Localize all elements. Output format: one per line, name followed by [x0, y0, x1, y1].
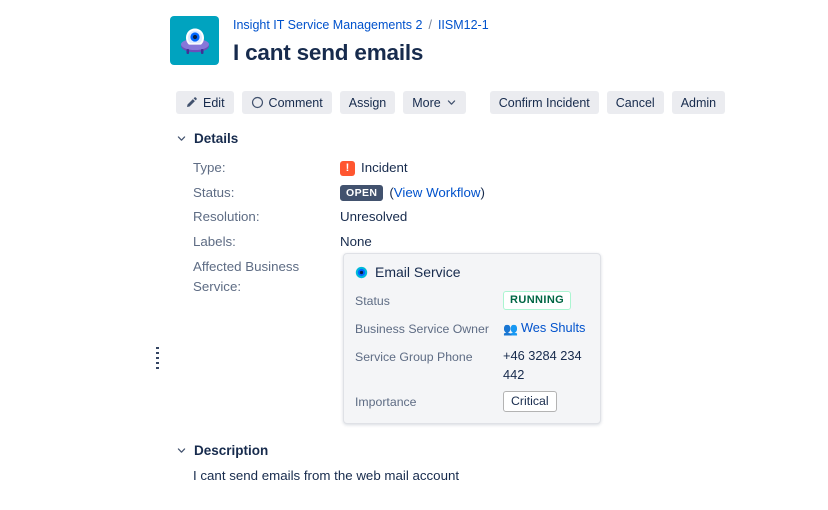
insight-ufo-logo-icon — [180, 28, 209, 54]
issue-header: Insight IT Service Managements 2 / IISM1… — [170, 16, 489, 67]
details-row-resolution: Resolution: Unresolved — [193, 207, 485, 232]
importance-badge[interactable]: Critical — [503, 391, 557, 412]
comment-button[interactable]: Comment — [241, 91, 332, 114]
assign-button-label: Assign — [348, 95, 387, 110]
details-section-header[interactable]: Details — [176, 131, 238, 146]
object-attribute-value: +46 3284 234 442 — [503, 348, 582, 382]
breadcrumb-issue-key-link[interactable]: IISM12-1 — [438, 17, 489, 33]
labels-label: Labels: — [193, 233, 236, 249]
type-value-text: Incident — [361, 160, 408, 175]
admin-button[interactable]: Admin — [671, 91, 726, 114]
details-row-status: Status: OPEN (View Workflow) — [193, 183, 485, 208]
affected-business-service-label: Affected Business Service: — [193, 259, 300, 294]
paren-close: ) — [480, 184, 485, 200]
header-text-block: Insight IT Service Managements 2 / IISM1… — [233, 16, 489, 67]
object-attribute-owner: Business Service Owner 👥 Wes Shults — [355, 318, 589, 339]
object-attribute-phone: Service Group Phone +46 3284 234 442 — [355, 346, 589, 384]
details-field-list: Type: ! Incident Status: OPEN (View Work… — [193, 158, 485, 256]
people-icon: 👥 — [503, 322, 518, 336]
comment-bubble-icon — [251, 96, 263, 109]
breadcrumb-project-link[interactable]: Insight IT Service Managements 2 — [233, 17, 422, 33]
chevron-down-icon — [177, 136, 186, 141]
pencil-icon — [187, 97, 197, 107]
status-badge: OPEN — [340, 184, 384, 201]
chevron-down-icon — [447, 100, 455, 105]
object-card-title: Email Service — [375, 264, 461, 280]
object-attribute-key: Business Service Owner — [355, 322, 489, 336]
details-section-title: Details — [194, 131, 239, 146]
object-attribute-value: Critical — [503, 391, 557, 412]
breadcrumb-separator: / — [428, 18, 432, 32]
incident-priority-icon: ! — [340, 160, 355, 176]
description-section-header[interactable]: Description — [176, 443, 268, 458]
labels-value: None — [340, 233, 372, 249]
insight-object-icon — [355, 266, 368, 278]
object-attribute-importance: Importance Critical — [355, 391, 589, 412]
insight-object-card: Email Service Status RUNNING Business Se… — [343, 253, 601, 424]
issue-view-page: Insight IT Service Managements 2 / IISM1… — [0, 0, 828, 510]
type-value: ! Incident — [340, 158, 408, 178]
object-attribute-status: Status RUNNING — [355, 290, 589, 311]
breadcrumb: Insight IT Service Managements 2 / IISM1… — [233, 17, 489, 33]
chevron-down-icon — [177, 448, 186, 453]
page-title: I cant send emails — [233, 40, 424, 65]
admin-button-label: Admin — [680, 95, 717, 110]
comment-button-label: Comment — [268, 95, 323, 110]
more-button-label: More — [412, 95, 441, 110]
object-card-title-row: Email Service — [355, 263, 589, 281]
details-row-type: Type: ! Incident — [193, 158, 485, 183]
view-workflow-link[interactable]: View Workflow — [394, 185, 481, 200]
issue-toolbar: Edit Comment Assign More Confirm Inciden… — [176, 91, 726, 114]
assign-button[interactable]: Assign — [339, 91, 396, 114]
object-attribute-value: RUNNING — [503, 290, 572, 310]
status-badge: RUNNING — [503, 291, 572, 310]
view-workflow-wrapper: (View Workflow) — [389, 183, 485, 203]
description-body: I cant send emails from the web mail acc… — [193, 468, 460, 483]
edit-button-label: Edit — [203, 95, 225, 110]
business-service-owner-link[interactable]: Wes Shults — [521, 320, 585, 335]
status-label: Status: — [193, 184, 235, 200]
resize-drag-handle[interactable] — [156, 347, 159, 369]
resolution-label: Resolution: — [193, 209, 260, 224]
confirm-incident-button-label: Confirm Incident — [498, 95, 590, 110]
type-label: Type: — [193, 160, 226, 175]
cancel-button[interactable]: Cancel — [606, 91, 664, 114]
object-attribute-key: Service Group Phone — [355, 350, 473, 364]
object-attribute-value: 👥 Wes Shults — [503, 318, 585, 339]
resolution-value: Unresolved — [340, 209, 408, 224]
project-avatar[interactable] — [170, 16, 219, 65]
confirm-incident-button[interactable]: Confirm Incident — [489, 91, 599, 114]
status-value: OPEN (View Workflow) — [340, 183, 485, 203]
edit-button[interactable]: Edit — [176, 91, 234, 114]
object-attribute-key: Importance — [355, 395, 417, 409]
object-attribute-key: Status — [355, 294, 390, 308]
description-section-title: Description — [194, 443, 269, 458]
cancel-button-label: Cancel — [615, 95, 655, 110]
more-button[interactable]: More — [403, 91, 466, 114]
